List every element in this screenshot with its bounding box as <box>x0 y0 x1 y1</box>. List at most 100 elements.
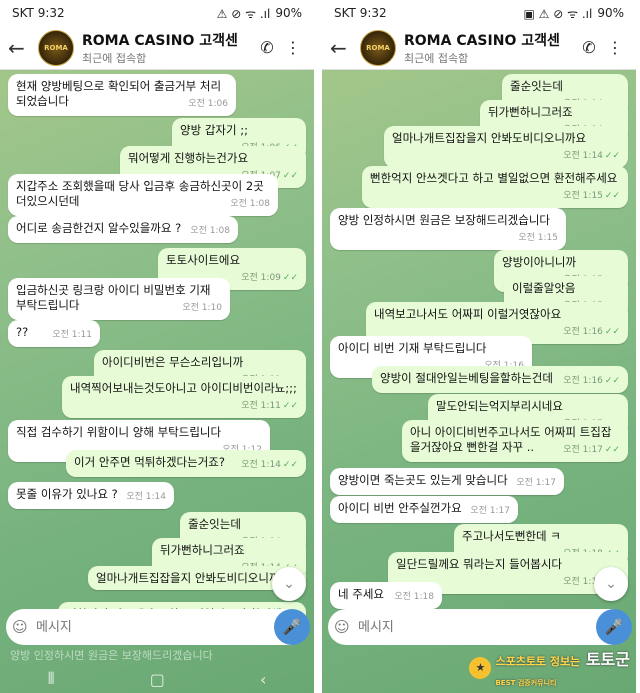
scroll-down-button[interactable]: ⌄ <box>272 567 306 601</box>
outgoing-message[interactable]: 얼마나개트집잡을지 안봐도비디오니까요 오전 1:14 ✓✓ <box>384 126 628 168</box>
scroll-down-button[interactable]: ⌄ <box>594 567 628 601</box>
message-text: 내역찍어보내는것도아니고 아이디비번이라뇨;;; <box>70 381 297 395</box>
back-arrow-icon[interactable]: ← <box>8 36 38 60</box>
chat-title-block[interactable]: ROMA CASINO 고객센 최근에 접속함 <box>404 30 576 66</box>
recent-apps-icon[interactable]: ⦀ <box>48 669 55 689</box>
message-text: 어디로 송금한건지 알수있을까요 ? <box>16 221 182 235</box>
message-time: 오전 1:16 ✓✓ <box>563 374 620 389</box>
message-text: 양방이 절대안일는베팅을할하는건데 <box>380 371 553 385</box>
battery-level: 90% <box>597 6 624 20</box>
status-bar: SKT 9:32 ⚠ ⊘ ᯤ .ıl 90% <box>0 0 314 26</box>
message-time-text: 오전 1:15 <box>518 233 558 243</box>
logo-text: ROMA <box>366 43 390 52</box>
incoming-message[interactable]: 아이디 비번 안주실껀가요 오전 1:17 <box>330 496 518 523</box>
message-text: 양방 인정하시면 원금은 보장해드리겠습니다 <box>338 213 550 227</box>
read-check-icon: ✓✓ <box>604 376 620 386</box>
message-input-bar: ☺ ⌀ <box>328 609 630 645</box>
watermark-logo: ★ 스포츠토토 정보는 토토군 BEST 검증커뮤니티 <box>469 646 630 689</box>
message-time: 오전 1:16 ✓✓ <box>563 325 620 340</box>
emoji-icon[interactable]: ☺ <box>12 618 36 636</box>
message-time: 오전 1:08 <box>230 197 270 212</box>
message-input[interactable] <box>358 619 598 635</box>
message-time: 오전 1:10 <box>182 301 222 316</box>
message-time: 오전 1:15✓✓ <box>563 189 620 204</box>
message-text: 이럴줄알앗음 <box>512 281 576 295</box>
back-arrow-icon[interactable]: ← <box>330 36 360 60</box>
message-time: 오전 1:15 <box>518 231 558 246</box>
message-input[interactable] <box>36 619 276 635</box>
incoming-message[interactable]: 현재 양방베팅으로 확인되어 출금거부 처리 되었습니다 오전 1:06 <box>8 74 236 116</box>
watermark-line2: 토토군 <box>585 650 630 669</box>
message-time: 오전 1:11 <box>52 328 92 343</box>
incoming-message[interactable]: ?? 오전 1:11 <box>8 320 100 347</box>
read-check-icon: ✓✓ <box>282 171 298 181</box>
message-time-text: 오전 1:11 <box>52 330 92 340</box>
outgoing-message[interactable]: 내역찍어보내는것도아니고 아이디비번이라뇨;;; 오전 1:11 ✓✓ <box>62 376 306 418</box>
incoming-message[interactable]: 양방이면 죽는곳도 있는게 맞습니다 오전 1:17 <box>330 468 564 495</box>
read-check-icon: ✓✓ <box>604 327 620 337</box>
more-menu-icon[interactable]: ⋮ <box>280 38 306 57</box>
message-time-text: 오전 1:17 <box>563 445 603 455</box>
message-text: 못줄 이유가 있나요 ? <box>16 487 118 501</box>
message-text: 양방 갑자기 ;; <box>180 123 248 137</box>
incoming-message[interactable]: 입금하신곳 링크랑 아이디 비밀번호 기재 부탁드립니다 오전 1:10 <box>8 278 230 320</box>
message-text: 양방이면 죽는곳도 있는게 맞습니다 <box>338 473 508 487</box>
message-input-bar: ☺ ⌀ <box>6 609 308 645</box>
incoming-message[interactable]: 어디로 송금한건지 알수있을까요 ? 오전 1:08 <box>8 216 238 243</box>
chat-header: ← ROMA ROMA CASINO 고객센 최근에 접속함 ✆ ⋮ <box>322 26 636 70</box>
nav-back-icon[interactable]: ‹ <box>260 670 266 689</box>
mic-button[interactable]: 🎤 <box>274 609 310 645</box>
phone-screen-right: SKT 9:32 ▣ ⚠ ⊘ ᯤ .ıl 90% ← ROMA ROMA CAS… <box>322 0 636 693</box>
read-check-icon: ✓✓ <box>282 401 298 411</box>
message-text: 지갑주소 조회했을때 당사 입금후 송금하신곳이 2곳 더있으시던데 <box>16 179 264 208</box>
phone-call-icon[interactable]: ✆ <box>254 38 280 57</box>
outgoing-message[interactable]: 아니 아이디비번주고나서도 어짜피 트집잡을거잖아요 뻔한걸 자꾸 .. 오전 1… <box>402 420 628 462</box>
message-time-text: 오전 1:06 <box>188 99 228 109</box>
avatar[interactable]: ROMA <box>38 29 74 66</box>
ghost-message-text: 양방 인정하시면 원금은 보장해드리겠습니다 <box>10 649 213 662</box>
message-time-text: 오전 1:16 <box>563 376 603 386</box>
phone-call-icon[interactable]: ✆ <box>576 38 602 57</box>
more-menu-icon[interactable]: ⋮ <box>602 38 628 57</box>
message-text: 줄순잇는데 <box>188 517 241 531</box>
home-icon[interactable]: ▢ <box>150 670 165 689</box>
message-text: 말도안되는억지부리시네요 <box>436 399 563 413</box>
message-text: 뭐어떻게 진행하는건가요 <box>128 151 249 165</box>
message-time: 오전 1:14 <box>126 490 166 505</box>
message-time: 오전 1:08 <box>190 224 230 239</box>
outgoing-message[interactable]: 양방이 절대안일는베팅을할하는건데 오전 1:16 ✓✓ <box>372 366 628 393</box>
incoming-message[interactable]: 못줄 이유가 있나요 ? 오전 1:14 <box>8 482 174 509</box>
message-time-text: 오전 1:14 <box>126 492 166 502</box>
message-time: 오전 1:14✓✓ <box>563 149 620 164</box>
avatar[interactable]: ROMA <box>360 29 396 66</box>
incoming-message[interactable]: 네 주세요 오전 1:18 <box>330 582 442 609</box>
message-text: 직접 검수하기 위함이니 양해 부탁드립니다 <box>16 425 222 439</box>
message-text: 일단드릴께요 뭐라는지 들어봅시다 <box>396 557 563 571</box>
message-time-text: 오전 1:18 <box>394 592 434 602</box>
outgoing-message[interactable]: 이거 안주면 먹튀하겠다는거죠? 오전 1:14 ✓✓ <box>66 450 306 477</box>
message-text: 토토사이트에요 <box>166 253 241 267</box>
message-time-text: 오전 1:17 <box>470 506 510 516</box>
message-time-text: 오전 1:10 <box>182 303 222 313</box>
status-right: ▣ ⚠ ⊘ ᯤ .ıl 90% <box>523 5 624 22</box>
message-text: 아이디비번은 무슨소리입니까 <box>102 355 244 369</box>
chat-title-block[interactable]: ROMA CASINO 고객센 최근에 접속함 <box>82 30 254 66</box>
status-bar: SKT 9:32 ▣ ⚠ ⊘ ᯤ .ıl 90% <box>322 0 636 26</box>
message-time: 오전 1:14✓✓ <box>241 458 298 473</box>
emoji-icon[interactable]: ☺ <box>334 618 358 636</box>
incoming-message[interactable]: 양방 인정하시면 원금은 보장해드리겠습니다오전 1:15 <box>330 208 566 250</box>
message-time-text: 오전 1:08 <box>190 226 230 236</box>
message-time: 오전 1:17 <box>516 476 556 491</box>
message-text: 아이디 비번 기재 부탁드립니다 <box>338 341 487 355</box>
incoming-message[interactable]: 지갑주소 조회했을때 당사 입금후 송금하신곳이 2곳 더있으시던데 오전 1:0… <box>8 174 278 216</box>
mic-button[interactable]: 🎤 <box>596 609 632 645</box>
read-check-icon: ✓✓ <box>604 151 620 161</box>
message-text: 주고나서도뻔한데 ㅋ <box>462 529 561 543</box>
outgoing-message[interactable]: 뻔한억지 안쓰겟다고 하고 별일없으면 환전해주세요 오전 1:15 ✓✓ <box>362 166 628 208</box>
message-text: 이거 안주면 먹튀하겠다는거죠? <box>74 455 225 469</box>
message-time: 오전 1:17 <box>470 504 510 519</box>
message-time: 오전 1:17✓✓ <box>563 443 620 458</box>
status-icons: ⚠ ⊘ ᯤ .ıl <box>216 6 271 21</box>
message-text: 뒤가뻔하니그러죠 <box>488 105 573 119</box>
logo-text: ROMA <box>44 43 68 52</box>
